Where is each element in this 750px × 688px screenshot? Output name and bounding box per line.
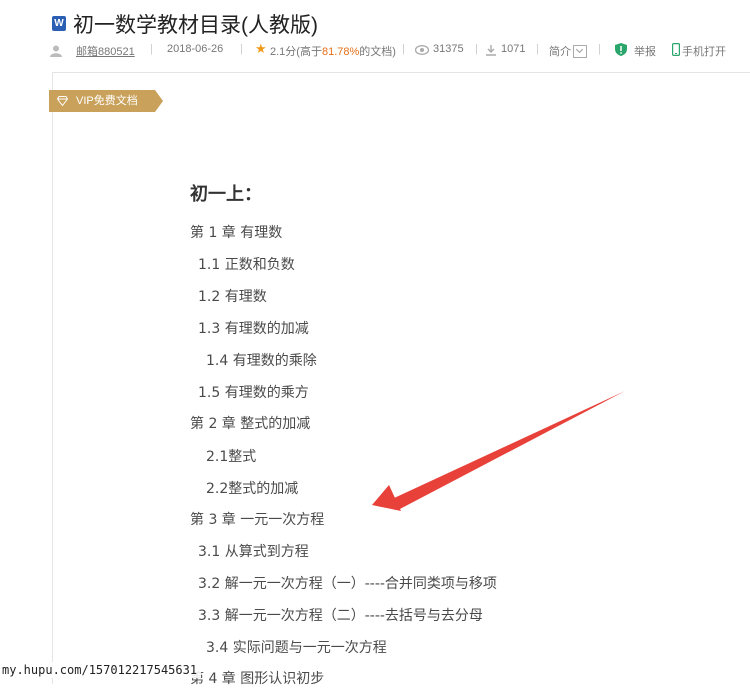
upload-date: 2018-06-26 — [167, 43, 224, 55]
download-count: 1071 — [501, 43, 526, 55]
toc-item: 1.1 正数和负数 — [198, 257, 295, 273]
vip-badge: VIP免费文档 — [49, 90, 163, 112]
toc-item: 2.1整式 — [206, 449, 257, 465]
divider: | — [475, 43, 478, 55]
toc-item: 1.2 有理数 — [198, 289, 267, 305]
toc-item: 1.3 有理数的加减 — [198, 321, 309, 337]
vip-badge-label: VIP免费文档 — [76, 95, 138, 107]
divider: | — [150, 43, 153, 55]
word-doc-icon: W — [52, 16, 66, 31]
user-icon — [50, 45, 62, 57]
chevron-down-icon — [573, 44, 587, 58]
rating-text: 2.1分(高于81.78%的文档) — [270, 46, 396, 58]
toc-chapter: 第 4 章 图形认识初步 — [190, 671, 325, 687]
toc-item: 3.1 从算式到方程 — [198, 544, 309, 560]
mobile-icon — [672, 43, 680, 56]
toc-chapter: 第 3 章 一元一次方程 — [190, 512, 325, 528]
intro-toggle[interactable]: 简介 — [549, 43, 587, 59]
diamond-icon — [57, 96, 68, 106]
toc-item: 3.4 实际问题与一元一次方程 — [206, 640, 387, 656]
divider: | — [536, 43, 539, 55]
eye-icon — [415, 45, 429, 55]
toc-item: 1.5 有理数的乘方 — [198, 385, 309, 401]
report-link[interactable]: 举报 — [634, 43, 656, 59]
document-header: W 初一数学教材目录(人教版) 邮箱880521 | 2018-06-26 | … — [0, 0, 750, 72]
author-link[interactable]: 邮箱880521 — [76, 43, 135, 59]
page-title: 初一数学教材目录(人教版) — [73, 14, 318, 37]
star-icon: ★ — [255, 41, 267, 56]
divider: | — [240, 43, 243, 55]
toc-item: 3.2 解一元一次方程（一）----合并同类项与移项 — [198, 576, 497, 592]
divider: | — [598, 43, 601, 55]
url-watermark: my.hupu.com/157012217545631 — [0, 662, 202, 678]
toc-item: 2.2整式的加减 — [206, 481, 299, 497]
download-icon — [486, 45, 496, 56]
toc-heading: 初一上： — [190, 184, 262, 205]
shield-icon — [615, 43, 627, 56]
toc-chapter: 第 2 章 整式的加减 — [190, 416, 311, 432]
toc-item: 3.3 解一元一次方程（二）----去括号与去分母 — [198, 608, 483, 624]
view-count: 31375 — [433, 43, 464, 55]
divider: | — [402, 43, 405, 55]
open-on-mobile-link[interactable]: 手机打开 — [682, 43, 726, 59]
toc-item: 1.4 有理数的乘除 — [206, 353, 317, 369]
toc-chapter: 第 1 章 有理数 — [190, 225, 283, 241]
